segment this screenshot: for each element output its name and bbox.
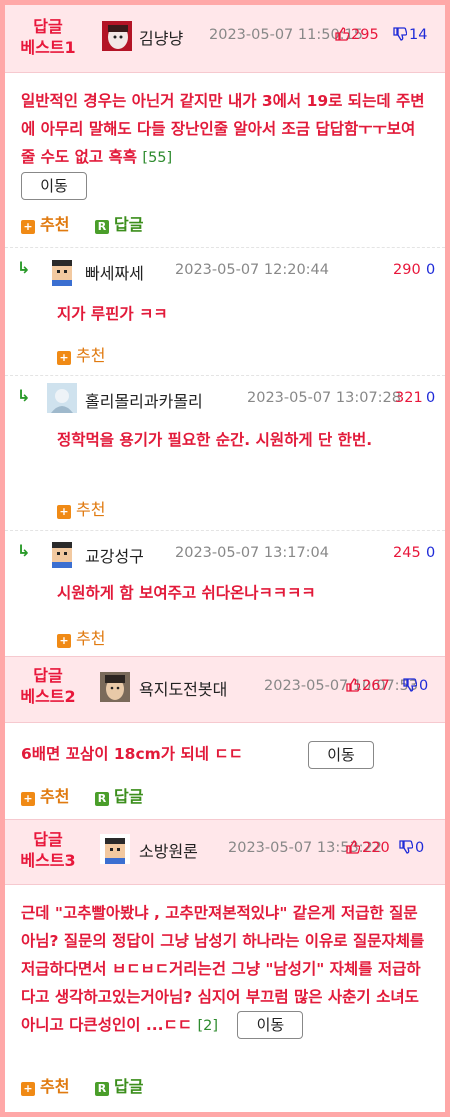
best2-header: 답글 베스트2 욕지도전봇대 2023-05-07 10:07:53 267 0 xyxy=(5,656,445,723)
move-button[interactable]: 이동 xyxy=(21,172,87,200)
reply-item: ↳ 홀리몰리과카몰리 2023-05-07 13:07:28 321 0 정학먹… xyxy=(5,375,445,530)
author-name[interactable]: 욕지도전봇대 xyxy=(139,676,227,700)
downvote-button[interactable]: 14 xyxy=(393,27,427,43)
thumb-up-icon xyxy=(346,678,360,692)
recommend-label: 추천 xyxy=(76,629,106,648)
plus-icon: + xyxy=(57,351,71,365)
downvote-count: 0 xyxy=(419,678,429,694)
timestamp: 2023-05-07 10:07:53 xyxy=(264,678,418,694)
reply-button[interactable]: R 답글 xyxy=(95,1077,143,1096)
recommend-label: 추천 xyxy=(76,346,106,365)
best2-label: 답글 베스트2 xyxy=(20,666,76,706)
avatar[interactable] xyxy=(47,383,77,413)
downvote-button[interactable]: 0 xyxy=(399,840,424,856)
recommend-label: 추천 xyxy=(76,500,106,519)
plus-icon: + xyxy=(21,792,35,806)
timestamp: 2023-05-07 13:07:28 xyxy=(247,390,401,406)
thumb-down-icon xyxy=(399,840,413,854)
move-button[interactable]: 이동 xyxy=(308,741,374,769)
reply-label: 답글 xyxy=(114,787,144,806)
thumb-down-icon xyxy=(403,678,417,692)
reply-badge-icon: R xyxy=(95,792,110,806)
plus-icon: + xyxy=(21,1082,35,1096)
best1-label: 답글 베스트1 xyxy=(20,17,76,57)
downvote-count: 14 xyxy=(409,27,428,43)
reply-count[interactable]: [55] xyxy=(142,150,172,166)
best3-header: 답글 베스트3 소방원론 2023-05-07 13:53:22 220 0 xyxy=(5,819,445,885)
thumb-down-icon xyxy=(393,27,407,41)
best2-body: 6배면 꼬삼이 18cm가 되네 ㄷㄷ 이동 + 추천 R 답글 xyxy=(5,723,445,819)
upvote-count: 267 xyxy=(362,678,390,694)
upvote-count[interactable]: 245 xyxy=(393,545,421,561)
comment-body: 근데 "고추빨아봤냐 , 고추만져본적있냐" 같은게 저급한 질문아님? 질문의… xyxy=(21,904,425,1034)
reply-button[interactable]: R 답글 xyxy=(95,787,143,806)
upvote-button[interactable]: 220 xyxy=(346,840,390,856)
reply-arrow-icon: ↳ xyxy=(17,258,31,277)
avatar[interactable] xyxy=(102,21,132,51)
reply-text: 지가 루핀가 ㅋㅋ xyxy=(57,305,168,323)
avatar[interactable] xyxy=(100,672,130,702)
reply-label: 답글 xyxy=(114,215,144,234)
timestamp: 2023-05-07 13:17:04 xyxy=(175,545,329,561)
thumb-up-icon xyxy=(335,27,349,41)
downvote-count[interactable]: 0 xyxy=(426,262,435,278)
author-name[interactable]: 빠세짜세 xyxy=(85,260,144,284)
timestamp: 2023-05-07 12:20:44 xyxy=(175,262,329,278)
reply-button[interactable]: R 답글 xyxy=(95,215,143,234)
recommend-button[interactable]: + 추천 xyxy=(57,625,105,649)
reply-badge-icon: R xyxy=(95,1082,110,1096)
author-name[interactable]: 김냥냥 xyxy=(139,25,183,49)
upvote-button[interactable]: 295 xyxy=(335,27,379,43)
plus-icon: + xyxy=(57,634,71,648)
comment-actions: + 추천 R 답글 xyxy=(21,211,143,235)
avatar[interactable] xyxy=(47,256,77,286)
upvote-count[interactable]: 290 xyxy=(393,262,421,278)
author-name[interactable]: 소방원론 xyxy=(139,838,198,862)
comment-text: 일반적인 경우는 아닌거 같지만 내가 3에서 19로 되는데 주변에 아무리 … xyxy=(21,87,425,200)
reply-arrow-icon: ↳ xyxy=(17,541,31,560)
upvote-count[interactable]: 321 xyxy=(395,390,423,406)
avatar[interactable] xyxy=(100,834,130,864)
recommend-button[interactable]: + 추천 xyxy=(57,342,105,366)
comment-body: 일반적인 경우는 아닌거 같지만 내가 3에서 19로 되는데 주변에 아무리 … xyxy=(21,92,425,166)
best1-header: 답글 베스트1 김냥냥 2023-05-07 11:50:15 295 14 xyxy=(5,5,445,73)
reply-label: 답글 xyxy=(114,1077,144,1096)
plus-icon: + xyxy=(21,220,35,234)
move-button[interactable]: 이동 xyxy=(237,1011,304,1039)
downvote-count[interactable]: 0 xyxy=(426,390,435,406)
author-name[interactable]: 홀리몰리과카몰리 xyxy=(85,388,203,412)
author-name[interactable]: 교강성구 xyxy=(85,543,144,567)
upvote-button[interactable]: 267 xyxy=(346,678,390,694)
recommend-button[interactable]: + 추천 xyxy=(57,496,105,520)
comment-actions: + 추천 R 답글 xyxy=(21,1073,143,1097)
recommend-button[interactable]: + 추천 xyxy=(21,787,69,806)
best-comments-panel: 답글 베스트1 김냥냥 2023-05-07 11:50:15 295 14 일… xyxy=(5,5,445,1112)
best1-body: 일반적인 경우는 아닌거 같지만 내가 3에서 19로 되는데 주변에 아무리 … xyxy=(5,73,445,247)
recommend-label: 추천 xyxy=(40,787,70,806)
comment-actions: + 추천 R 답글 xyxy=(21,783,143,807)
reply-text: 정학먹을 용기가 필요한 순간. 시원하게 단 한번. xyxy=(57,431,373,449)
reply-item: ↳ 빠세짜세 2023-05-07 12:20:44 290 0 지가 루핀가 … xyxy=(5,247,445,375)
downvote-button[interactable]: 0 xyxy=(403,678,428,694)
avatar[interactable] xyxy=(47,538,77,568)
reply-arrow-icon: ↳ xyxy=(17,386,31,405)
comment-body: 6배면 꼬삼이 18cm가 되네 ㄷㄷ xyxy=(21,745,243,763)
reply-item: ↳ 교강성구 2023-05-07 13:17:04 245 0 시원하게 함 … xyxy=(5,530,445,656)
recommend-label: 추천 xyxy=(40,215,70,234)
thumb-up-icon xyxy=(346,840,360,854)
recommend-button[interactable]: + 추천 xyxy=(21,215,69,234)
plus-icon: + xyxy=(57,505,71,519)
best3-label: 답글 베스트3 xyxy=(20,830,76,870)
downvote-count: 0 xyxy=(415,840,425,856)
reply-badge-icon: R xyxy=(95,220,110,234)
recommend-button[interactable]: + 추천 xyxy=(21,1077,69,1096)
reply-text: 시원하게 함 보여주고 쉬다온나ㅋㅋㅋㅋ xyxy=(57,584,316,602)
upvote-count: 295 xyxy=(351,27,379,43)
recommend-label: 추천 xyxy=(40,1077,70,1096)
comment-text: 근데 "고추빨아봤냐 , 고추만져본적있냐" 같은게 저급한 질문아님? 질문의… xyxy=(21,899,431,1040)
downvote-count[interactable]: 0 xyxy=(426,545,435,561)
upvote-count: 220 xyxy=(362,840,390,856)
best3-body: 근데 "고추빨아봤냐 , 고추만져본적있냐" 같은게 저급한 질문아님? 질문의… xyxy=(5,885,445,1109)
reply-count[interactable]: [2] xyxy=(197,1018,218,1034)
